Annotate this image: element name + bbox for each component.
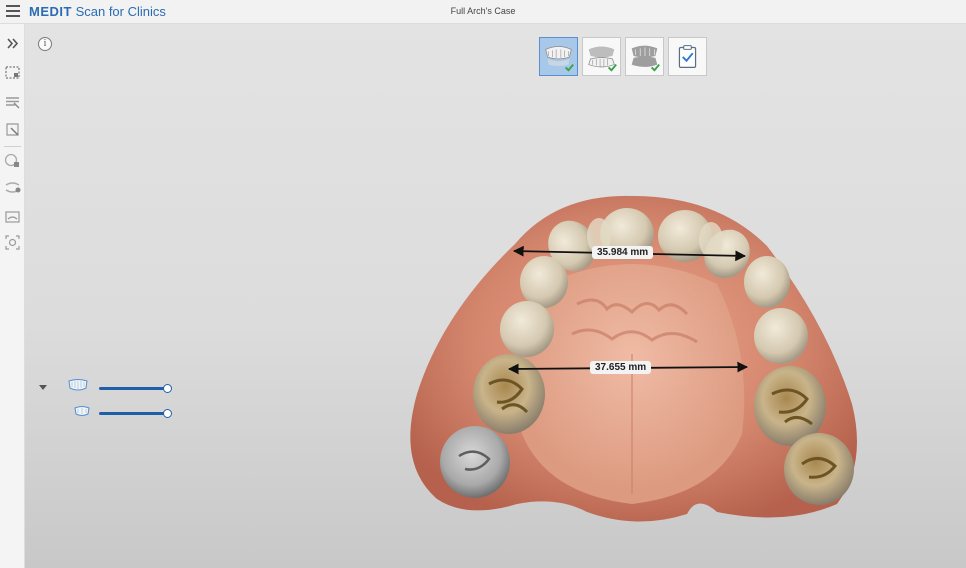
sublayer-teeth-icon (74, 405, 90, 419)
collapse-caret-icon[interactable] (39, 385, 47, 390)
lasso-icon[interactable] (3, 120, 22, 139)
3d-viewport[interactable]: i 35.984 mm 37.655 mm (25, 24, 966, 568)
sublayer-opacity-slider[interactable] (99, 412, 169, 415)
clipboard-check-icon (678, 45, 697, 69)
stage-mandible-button[interactable] (582, 37, 621, 76)
maxilla-teeth-icon (545, 46, 574, 72)
expand-panel-icon[interactable] (3, 34, 22, 53)
stage-review-button[interactable] (668, 37, 707, 76)
bite-icon[interactable] (3, 178, 22, 197)
occlusion-teeth-icon (631, 45, 660, 72)
maxilla-layer-icon (68, 378, 88, 394)
lock-scan-icon[interactable] (3, 151, 22, 170)
align-icon[interactable] (3, 207, 22, 226)
stage-maxilla-button[interactable] (539, 37, 578, 76)
layer-panel (39, 376, 199, 426)
measurement-label-2[interactable]: 37.655 mm (590, 361, 652, 374)
left-toolbar (0, 24, 25, 568)
info-icon[interactable]: i (38, 37, 52, 51)
mandible-teeth-icon (588, 46, 617, 72)
measurement-label-1[interactable]: 35.984 mm (592, 246, 654, 259)
measurement-overlay (507, 245, 749, 375)
stage-occlusion-button[interactable] (625, 37, 664, 76)
select-area-icon[interactable] (3, 63, 22, 82)
sublayer-opacity-handle[interactable] (163, 409, 172, 418)
toolbar-divider (4, 146, 21, 147)
title-bar: MEDIT Scan for Clinics Full Arch's Case (0, 0, 966, 24)
maxilla-opacity-slider[interactable] (99, 387, 169, 390)
maxilla-opacity-handle[interactable] (163, 384, 172, 393)
case-title: Full Arch's Case (450, 6, 516, 16)
capture-icon[interactable] (3, 233, 22, 252)
trim-icon[interactable] (3, 92, 22, 111)
